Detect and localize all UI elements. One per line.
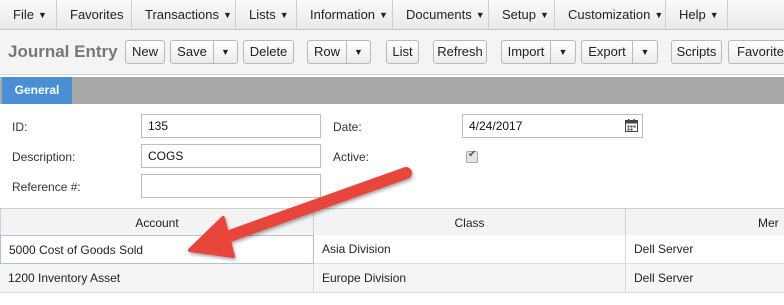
import-dropdown-chevron-down-icon[interactable]: ▼ bbox=[551, 40, 576, 64]
date-label: Date: bbox=[333, 120, 362, 134]
menu-documents-label: Documents bbox=[406, 7, 472, 22]
table-cell-account[interactable]: 5000 Cost of Goods Sold bbox=[0, 235, 314, 264]
description-field[interactable]: COGS bbox=[141, 144, 321, 168]
save-button[interactable]: Save bbox=[170, 40, 214, 64]
menu-favorites[interactable]: Favorites bbox=[57, 0, 132, 29]
menu-favorites-label: Favorites bbox=[70, 7, 124, 22]
page-title: Journal Entry bbox=[8, 42, 118, 61]
delete-button[interactable]: Delete bbox=[243, 40, 294, 64]
tab-strip: General bbox=[0, 77, 784, 104]
favorite-button[interactable]: Favorite bbox=[728, 40, 784, 64]
menu-transactions[interactable]: Transactions ▼ bbox=[132, 0, 236, 29]
table-cell-class[interactable]: Europe Division bbox=[314, 264, 626, 293]
tab-general[interactable]: General bbox=[2, 77, 72, 104]
calendar-icon[interactable] bbox=[625, 119, 638, 132]
menu-help[interactable]: Help ▼ bbox=[666, 0, 728, 29]
checkmark-icon: ✔ bbox=[468, 149, 477, 160]
column-header-account[interactable]: Account bbox=[0, 208, 314, 236]
active-checkbox[interactable]: ✔ bbox=[466, 149, 478, 163]
reference-label: Reference #: bbox=[12, 180, 81, 194]
menu-customization[interactable]: Customization ▼ bbox=[555, 0, 666, 29]
column-header-class[interactable]: Class bbox=[314, 208, 626, 236]
menu-customization-label: Customization bbox=[568, 7, 651, 22]
date-field[interactable]: 4/24/2017 bbox=[462, 114, 643, 138]
menu-setup[interactable]: Setup ▼ bbox=[489, 0, 555, 29]
scripts-button[interactable]: Scripts bbox=[671, 40, 722, 64]
table-cell-class[interactable]: Asia Division bbox=[314, 235, 626, 264]
new-button[interactable]: New bbox=[125, 40, 165, 64]
date-value: 4/24/2017 bbox=[469, 119, 523, 133]
chevron-down-icon: ▼ bbox=[37, 10, 47, 20]
chevron-down-icon: ▼ bbox=[539, 10, 549, 20]
menu-setup-label: Setup bbox=[502, 7, 536, 22]
menu-lists[interactable]: Lists ▼ bbox=[236, 0, 297, 29]
column-header-merchant[interactable]: Mer bbox=[626, 208, 784, 236]
description-label: Description: bbox=[12, 150, 76, 164]
list-button[interactable]: List bbox=[386, 40, 419, 64]
menu-bar: File ▼ Favorites Transactions ▼ Lists ▼ Inf… bbox=[0, 0, 784, 30]
chevron-down-icon: ▼ bbox=[222, 10, 232, 20]
menu-file-label: File bbox=[13, 7, 34, 22]
menu-file[interactable]: File ▼ bbox=[0, 0, 57, 29]
menu-transactions-label: Transactions bbox=[145, 7, 219, 22]
active-label: Active: bbox=[333, 150, 370, 164]
id-field[interactable]: 135 bbox=[141, 114, 321, 138]
table-cell-merchant[interactable]: Dell Server bbox=[626, 264, 784, 293]
table-cell-account[interactable]: 1200 Inventory Asset bbox=[0, 264, 314, 293]
export-button[interactable]: Export bbox=[581, 40, 633, 64]
menu-help-label: Help bbox=[679, 7, 706, 22]
refresh-button[interactable]: Refresh bbox=[433, 40, 487, 64]
row-button[interactable]: Row bbox=[307, 40, 347, 64]
save-dropdown-chevron-down-icon[interactable]: ▼ bbox=[214, 40, 238, 64]
id-label: ID: bbox=[12, 120, 28, 134]
toolbar: Journal Entry New Save ▼ Delete Row ▼ Li… bbox=[0, 30, 784, 75]
menu-documents[interactable]: Documents ▼ bbox=[393, 0, 489, 29]
import-button[interactable]: Import bbox=[501, 40, 551, 64]
chevron-down-icon: ▼ bbox=[379, 10, 388, 20]
table-cell-merchant[interactable]: Dell Server bbox=[626, 235, 784, 264]
chevron-down-icon: ▼ bbox=[709, 10, 719, 20]
row-dropdown-chevron-down-icon[interactable]: ▼ bbox=[347, 40, 371, 64]
menu-information[interactable]: Information ▼ bbox=[297, 0, 393, 29]
menu-information-label: Information bbox=[310, 7, 376, 22]
chevron-down-icon: ▼ bbox=[279, 10, 289, 20]
chevron-down-icon: ▼ bbox=[654, 10, 664, 20]
export-dropdown-chevron-down-icon[interactable]: ▼ bbox=[633, 40, 658, 64]
reference-field[interactable] bbox=[141, 174, 321, 198]
chevron-down-icon: ▼ bbox=[475, 10, 485, 20]
menu-lists-label: Lists bbox=[249, 7, 276, 22]
